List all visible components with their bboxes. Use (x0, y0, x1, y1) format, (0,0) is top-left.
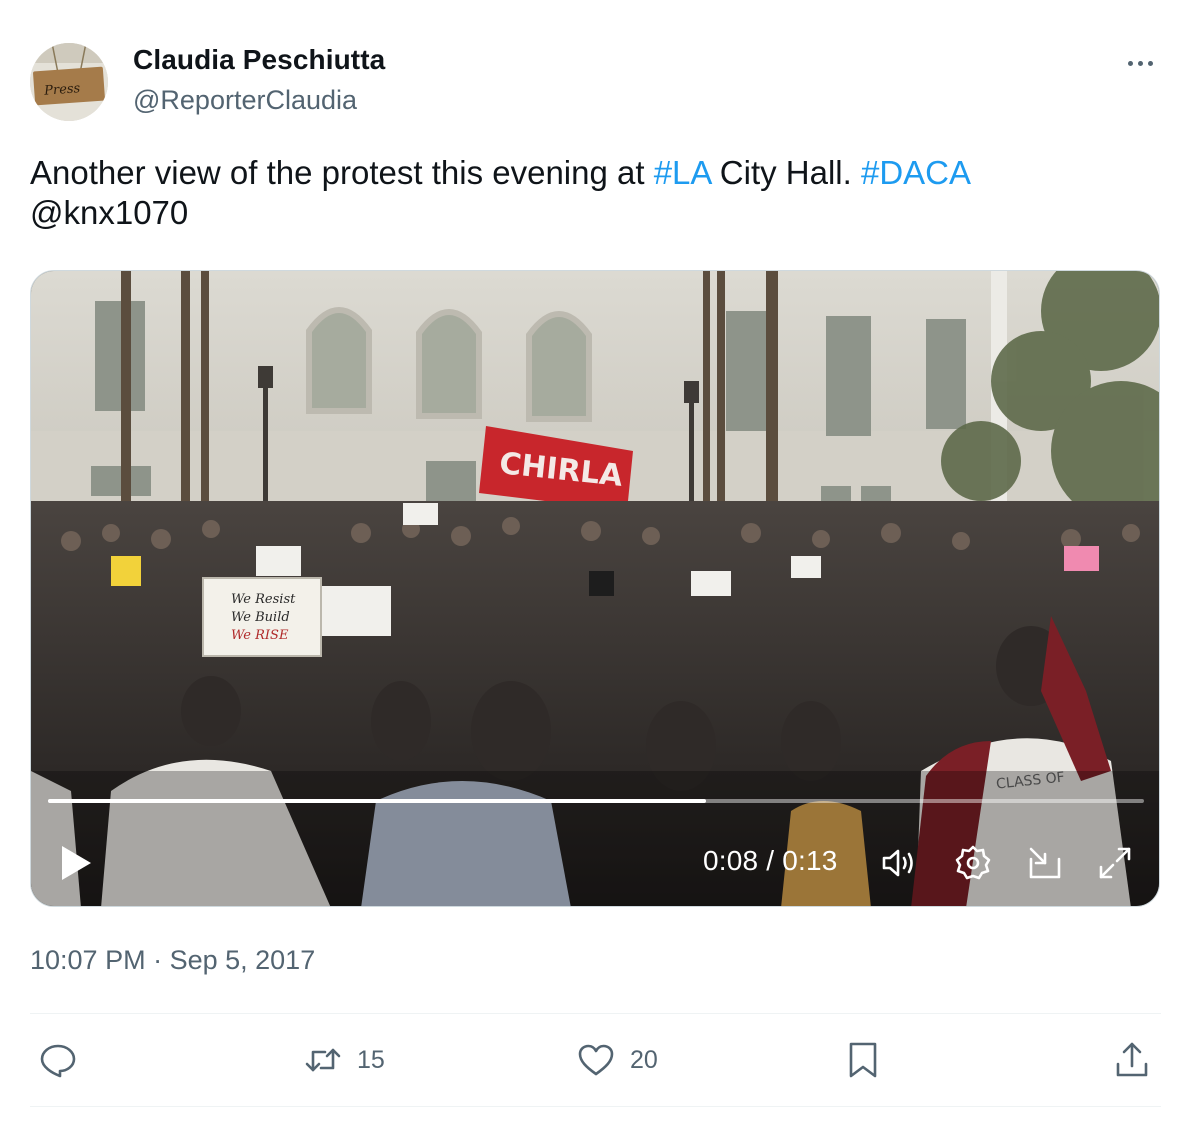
tweet-card: Press Claudia Peschiutta @ReporterClaudi… (0, 0, 1194, 1134)
more-dot (1147, 60, 1153, 66)
video-duration: 0:13 (782, 845, 838, 876)
pip-icon (1029, 847, 1061, 879)
video-time: 0:08 / 0:13 (703, 845, 838, 877)
scene-sign-line: We Build (231, 610, 290, 625)
reply-icon (40, 1044, 76, 1078)
reply-button[interactable] (38, 1038, 78, 1082)
video-frame: CHIRLA We Resist We Build We RISE CLASS … (31, 271, 1159, 906)
mention-link[interactable]: @knx1070 (30, 194, 188, 231)
timestamp-time[interactable]: 10:07 PM (30, 945, 146, 975)
picture-in-picture-button[interactable] (1025, 843, 1065, 883)
volume-icon (882, 849, 913, 877)
retweet-count: 15 (357, 1045, 385, 1074)
share-button[interactable] (1112, 1038, 1152, 1082)
author-handle[interactable]: @ReporterClaudia (133, 85, 357, 116)
tweet-text-part: City Hall. (710, 154, 861, 191)
video-player[interactable]: CHIRLA We Resist We Build We RISE CLASS … (30, 270, 1160, 907)
play-icon (62, 846, 91, 880)
fullscreen-icon (1099, 847, 1131, 879)
settings-button[interactable] (953, 843, 993, 883)
more-dot (1137, 60, 1143, 66)
avatar[interactable]: Press (30, 43, 108, 121)
timestamp-date[interactable]: Sep 5, 2017 (170, 945, 316, 975)
retweet-button[interactable]: 15 (303, 1038, 385, 1082)
play-button[interactable] (59, 843, 95, 883)
tweet-text: Another view of the protest this evening… (30, 153, 1160, 233)
divider (30, 1013, 1161, 1014)
hashtag-link-daca[interactable]: #DACA (861, 154, 971, 191)
fullscreen-button[interactable] (1095, 843, 1135, 883)
scene-sign-line: We Resist (231, 592, 296, 607)
video-progress-fill (48, 799, 706, 803)
bookmark-icon (849, 1042, 877, 1078)
tweet-timestamp: 10:07 PM · Sep 5, 2017 (30, 945, 315, 976)
video-current-time: 0:08 (703, 845, 759, 876)
timestamp-separator: · (145, 945, 170, 975)
tweet-text-part: Another view of the protest this evening… (30, 154, 654, 191)
avatar-image: Press (30, 43, 108, 121)
bookmark-button[interactable] (843, 1038, 883, 1082)
heart-icon (578, 1044, 614, 1076)
like-count: 20 (630, 1045, 658, 1074)
scene-sign-line: We RISE (231, 628, 289, 643)
more-options-button[interactable] (1118, 46, 1162, 80)
video-progress-bar[interactable] (48, 799, 1144, 803)
hashtag-link-la[interactable]: #LA (654, 154, 711, 191)
divider (30, 1106, 1161, 1107)
video-time-separator: / (758, 845, 783, 876)
share-icon (1116, 1042, 1148, 1077)
author-display-name[interactable]: Claudia Peschiutta (133, 44, 385, 76)
more-dot (1127, 60, 1133, 66)
volume-button[interactable] (879, 843, 919, 883)
settings-icon (955, 845, 991, 880)
avatar-sign-text: Press (43, 81, 81, 99)
retweet-icon (305, 1048, 341, 1072)
like-button[interactable]: 20 (576, 1038, 658, 1082)
